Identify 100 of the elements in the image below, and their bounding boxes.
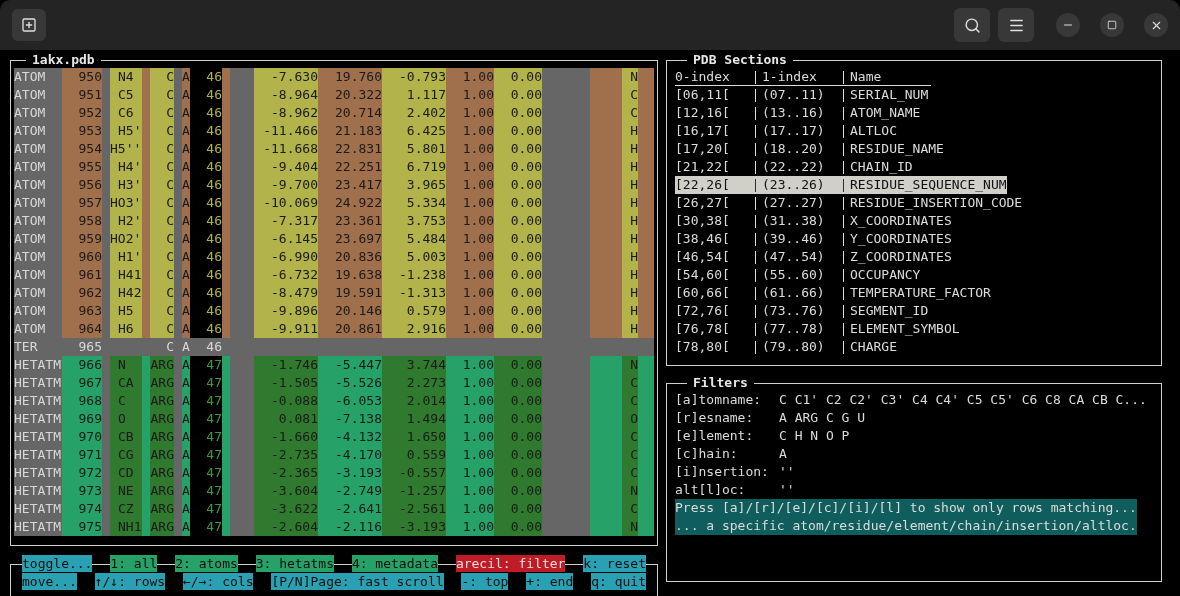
table-cell: -6.145 (254, 230, 318, 248)
menu-button[interactable] (998, 8, 1034, 42)
table-cell: A (182, 392, 190, 410)
section-row[interactable]: [72,76[ (73..76) SEGMENT_ID (675, 302, 929, 320)
table-cell: 1.00 (446, 446, 494, 464)
section-row[interactable]: [22,26[ (23..26) RESIDUE_SEQUENCE_NUM (675, 176, 1007, 194)
table-cell: ARG (150, 518, 174, 536)
key-hint[interactable]: 3: hetatms (255, 555, 334, 572)
table-cell: -6.990 (254, 248, 318, 266)
table-cell: HETATM (14, 500, 62, 518)
table-cell: C (150, 248, 174, 266)
table-cell: 0.00 (494, 518, 542, 536)
table-cell: -6.732 (254, 266, 318, 284)
table-cell: 0.00 (494, 302, 542, 320)
table-cell (542, 518, 590, 536)
table-cell (590, 518, 622, 536)
section-row[interactable]: [30,38[ (31..38) X_COORDINATES (675, 212, 952, 230)
maximize-button[interactable] (1100, 13, 1124, 37)
table-cell: 0.559 (382, 446, 446, 464)
key-hint[interactable]: 1: all (110, 555, 158, 572)
table-cell: C (622, 392, 638, 410)
table-cell: -1.313 (382, 284, 446, 302)
table-cell: 0.00 (494, 284, 542, 302)
table-cell: -8.962 (254, 104, 318, 122)
section-row[interactable]: [17,20[ (18..20) RESIDUE_NAME (675, 140, 944, 158)
table-cell: ATOM (14, 140, 62, 158)
table-cell: 1.00 (446, 158, 494, 176)
close-button[interactable] (1144, 13, 1168, 37)
key-hint[interactable]: +: end (526, 573, 574, 590)
table-cell: 22.831 (318, 140, 382, 158)
table-cell: 0.00 (494, 68, 542, 86)
table-cell: A (182, 68, 190, 86)
table-cell: -7.630 (254, 68, 318, 86)
new-tab-button[interactable] (12, 9, 46, 41)
section-row[interactable]: [16,17[ (17..17) ALTLOC (675, 122, 897, 140)
help-text: Press [a]/[r]/[e]/[c]/[i]/[l] to show only rows matching... (675, 499, 1137, 517)
table-cell: 950 (62, 68, 102, 86)
table-cell: H4' (110, 158, 142, 176)
table-cell: C (150, 86, 174, 104)
key-hint[interactable]: [P/N]Page: fast scroll (271, 573, 444, 590)
minimize-button[interactable] (1056, 13, 1080, 37)
table-cell: -11.466 (254, 122, 318, 140)
section-row[interactable]: [38,46[ (39..46) Y_COORDINATES (675, 230, 952, 248)
section-row[interactable]: [60,66[ (61..66) TEMPERATURE_FACTOR (675, 284, 991, 302)
table-cell: CB (110, 428, 142, 446)
table-cell: H (622, 320, 638, 338)
key-hint[interactable]: arecil: filter (455, 555, 566, 572)
search-button[interactable] (954, 8, 990, 42)
help-text: ... a specific atom/residue/element/chain/insertion/altloc. (675, 517, 1137, 535)
table-cell: 0.00 (494, 410, 542, 428)
table-cell: 0.00 (494, 482, 542, 500)
table-cell: H (622, 248, 638, 266)
table-cell: 967 (62, 374, 102, 392)
key-hint[interactable]: 2: atoms (175, 555, 238, 572)
table-cell: 1.00 (446, 122, 494, 140)
table-cell: 5.801 (382, 140, 446, 158)
table-cell: -2.561 (382, 500, 446, 518)
table-cell: A (182, 86, 190, 104)
table-cell: -9.700 (254, 176, 318, 194)
plus-square-icon (21, 17, 37, 33)
table-cell: A (182, 338, 190, 356)
table-cell: ARG (150, 482, 174, 500)
key-hint[interactable]: move... (22, 573, 77, 590)
table-cell: 5.484 (382, 230, 446, 248)
table-cell: A (182, 302, 190, 320)
key-hint[interactable]: 4: metadata (351, 555, 438, 572)
section-row[interactable]: [76,78[ (77..78) ELEMENT_SYMBOL (675, 320, 960, 338)
key-hint[interactable]: k: reset (583, 555, 646, 572)
table-cell: ATOM (14, 248, 62, 266)
table-cell: CG (110, 446, 142, 464)
table-cell: ARG (150, 500, 174, 518)
key-hint[interactable]: toggle... (22, 555, 93, 572)
key-hint[interactable]: q: quit (591, 573, 646, 590)
table-cell: -4.170 (318, 446, 382, 464)
table-cell: 1.00 (446, 302, 494, 320)
section-row[interactable]: [78,80[ (79..80) CHARGE (675, 338, 897, 356)
section-row[interactable]: [26,27[ (27..27) RESIDUE_INSERTION_CODE (675, 194, 1023, 212)
section-row[interactable]: [54,60[ (55..60) OCCUPANCY (675, 266, 921, 284)
section-row[interactable]: [12,16[ (13..16) ATOM_NAME (675, 104, 921, 122)
table-cell: -0.557 (382, 464, 446, 482)
table-cell: 958 (62, 212, 102, 230)
table-cell: 2.916 (382, 320, 446, 338)
table-cell: ATOM (14, 122, 62, 140)
table-cell: N (622, 518, 638, 536)
table-cell: HETATM (14, 482, 62, 500)
section-row[interactable]: [06,11[ (07..11) SERIAL_NUM (675, 86, 929, 104)
section-row[interactable]: [21,22[ (22..22) CHAIN_ID (675, 158, 913, 176)
table-cell: N (622, 482, 638, 500)
key-hint[interactable]: ←/→: cols (183, 573, 254, 590)
table-cell: 966 (62, 356, 102, 374)
table-cell: A (182, 464, 190, 482)
table-cell: 0.00 (494, 320, 542, 338)
table-cell: A (182, 230, 190, 248)
key-hint[interactable]: -: top (461, 573, 509, 590)
section-row[interactable]: [46,54[ (47..54) Z_COORDINATES (675, 248, 952, 266)
table-cell: 957 (62, 194, 102, 212)
key-hint[interactable]: ↑/↓: rows (94, 573, 166, 590)
filter-value: C C1' C2 C2' C3' C4 C4' C5 C5' C6 C8 CA CB C... (779, 391, 1147, 409)
table-cell: -1.238 (382, 266, 446, 284)
table-cell: C (150, 302, 174, 320)
